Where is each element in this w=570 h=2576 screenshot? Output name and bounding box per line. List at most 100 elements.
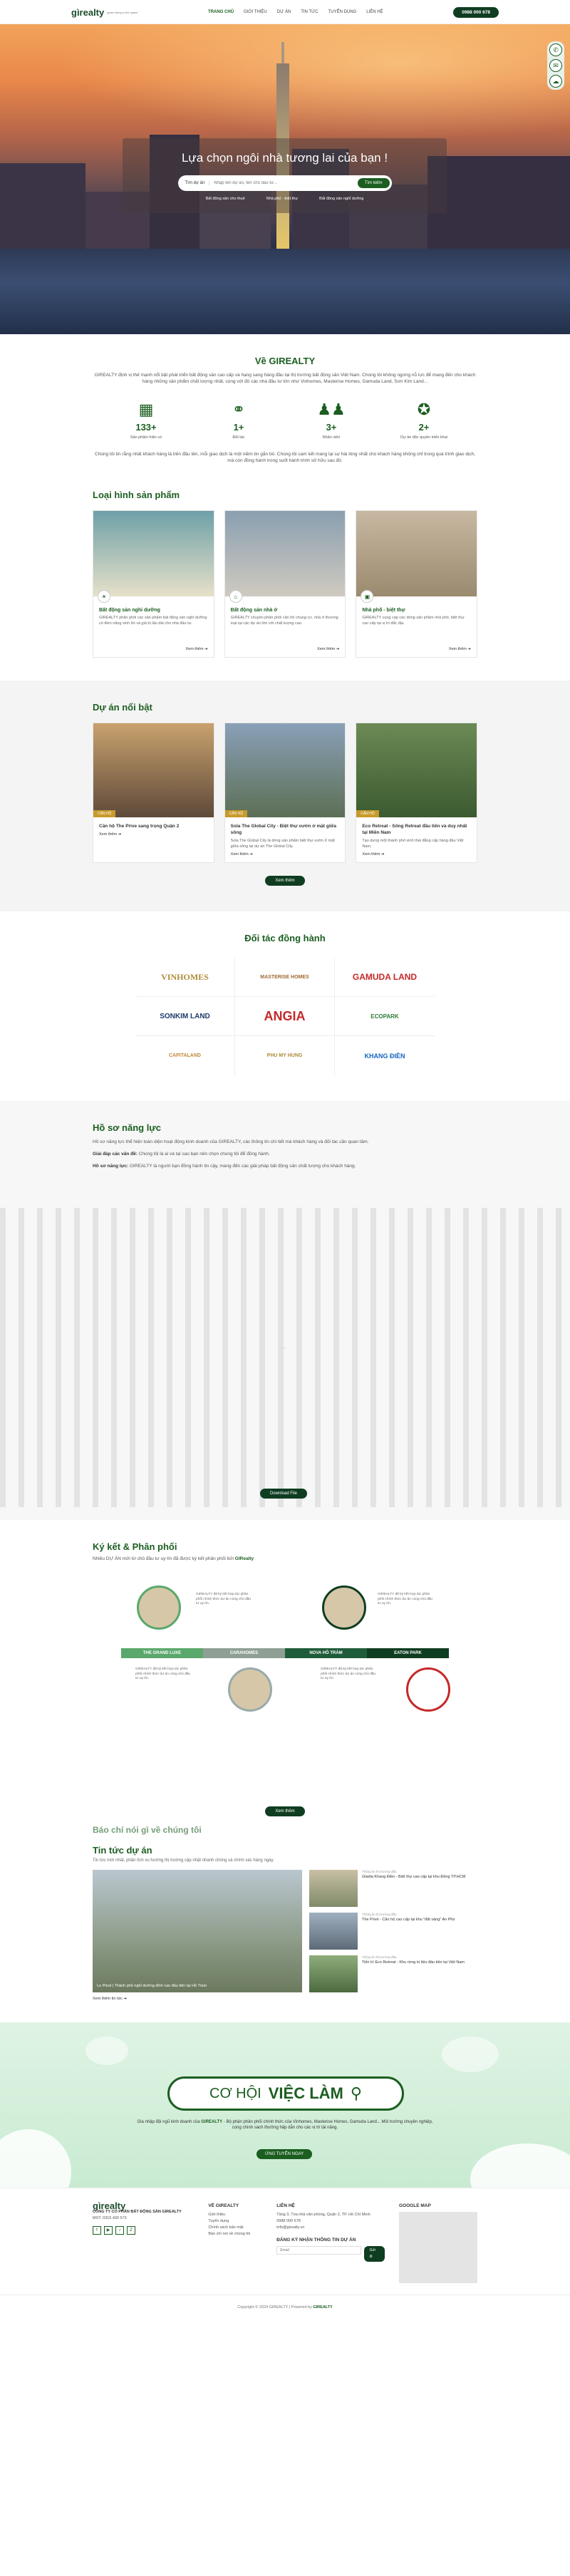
hero-search-panel: Lựa chọn ngôi nhà tương lai của bạn ! Tì… bbox=[123, 138, 447, 213]
decor-shape bbox=[442, 2037, 499, 2072]
footer-link[interactable]: Báo chí nói về chúng tôi bbox=[208, 2231, 262, 2238]
news-item[interactable]: Thông tin thị trường đầu Tiến trì Eco Re… bbox=[309, 1955, 477, 1992]
projects-view-more-button[interactable]: Xem thêm bbox=[265, 876, 305, 886]
project-more-link[interactable]: Xem thêm ➔ bbox=[362, 852, 471, 857]
partner-logo-gamuda[interactable]: GAMUDA LAND bbox=[335, 958, 435, 997]
footer-logo[interactable]: gìrealty bbox=[93, 2201, 194, 2210]
download-file-button[interactable]: Download File bbox=[260, 1489, 308, 1499]
footer-link[interactable]: Giới thiệu bbox=[208, 2212, 262, 2218]
filter-resort[interactable]: Bất động sản nghỉ dưỡng bbox=[319, 197, 363, 201]
zalo-icon[interactable]: Z bbox=[127, 2226, 135, 2235]
footer-col-title: GOOGLE MAP bbox=[399, 2203, 431, 2208]
nav-about[interactable]: GIỚI THIỆU bbox=[244, 10, 267, 14]
project-photo[interactable] bbox=[322, 1586, 366, 1630]
product-types-section: Loại hình sản phẩm ☀ Bất động sản nghỉ d… bbox=[93, 490, 478, 658]
nav-projects[interactable]: DỰ ÁN bbox=[277, 10, 291, 14]
partners-section: Đối tác đồng hành VINHOMES MASTERISE HOM… bbox=[0, 911, 570, 1101]
footer-link[interactable]: Tuyển dụng bbox=[208, 2218, 262, 2225]
facebook-icon[interactable]: f bbox=[93, 2226, 101, 2235]
timeline-segment[interactable]: THE GRAND LUXE bbox=[121, 1648, 203, 1658]
project-card[interactable]: CĂN HỘ Căn hộ The Prive sang trọng Quận … bbox=[93, 723, 214, 863]
social-links: f ▶ ♪ Z bbox=[93, 2226, 194, 2235]
logo[interactable]: gìrealty green living in the space bbox=[71, 7, 138, 18]
google-map[interactable] bbox=[399, 2212, 477, 2283]
product-card[interactable]: ⌂ Bất động sản nhà ở GIREALTY chuyên phâ… bbox=[224, 510, 346, 658]
search-type-select[interactable]: Tìm dự án bbox=[185, 181, 210, 185]
partner-logo-khangdien[interactable]: KHANG ĐIỀN bbox=[335, 1036, 435, 1075]
distribution-view-more-button[interactable]: Xem thêm bbox=[265, 1806, 305, 1816]
news-subtitle: Tin tức mới nhất, phân tích xu hướng thị… bbox=[93, 1858, 274, 1863]
press-title: Báo chí nói gì về chúng tôi bbox=[93, 1825, 202, 1835]
partner-logo-vinhomes[interactable]: VINHOMES bbox=[135, 958, 235, 997]
floating-contact-bar: ✆ ✉ ☁ bbox=[547, 41, 564, 90]
timeline-note: GIREALTY đã ký kết hợp tác phân phối chí… bbox=[378, 1593, 433, 1605]
landmark-spire bbox=[281, 42, 284, 63]
phone-icon[interactable]: ✆ bbox=[549, 43, 562, 56]
partner-logo-sonkim[interactable]: SONKIM LAND bbox=[135, 997, 235, 1036]
subscribe-email-input[interactable] bbox=[276, 2246, 361, 2255]
partner-logo-masterise[interactable]: MASTERISE HOMES bbox=[235, 958, 335, 997]
filter-rent[interactable]: Bất động sản cho thuê bbox=[206, 197, 245, 201]
project-tag: CĂN HỘ bbox=[93, 810, 116, 817]
featured-news[interactable]: Le Pinot | Thành phố nghỉ dưỡng đỉnh cao… bbox=[93, 1870, 302, 1992]
distribution-section: Ký kết & Phân phối Nhiều DỰ ÁN mới từ ch… bbox=[0, 1520, 570, 1831]
project-title: Sola The Global City - Biệt thự vườn ở m… bbox=[230, 824, 336, 835]
contact-phone[interactable]: 0988 000 678 bbox=[276, 2218, 385, 2225]
hero-river bbox=[0, 249, 570, 334]
product-more-link[interactable]: Xem thêm ➔ bbox=[362, 647, 471, 651]
footer-link[interactable]: Chính sách bảo mật bbox=[208, 2225, 262, 2231]
subscribe-button[interactable]: Gửi đi bbox=[363, 2246, 385, 2262]
product-card[interactable]: ☀ Bất động sản nghỉ dưỡng GIREALTY phân … bbox=[93, 510, 214, 658]
product-title: Bất động sản nhà ở bbox=[230, 608, 278, 613]
filter-townhouse[interactable]: Nhà phố - biệt thự bbox=[266, 197, 298, 201]
logo-tagline: green living in the space bbox=[107, 10, 138, 14]
project-photo[interactable] bbox=[406, 1667, 450, 1712]
nav-contact[interactable]: LIÊN HỆ bbox=[366, 10, 383, 14]
product-more-link[interactable]: Xem thêm ➔ bbox=[231, 647, 339, 651]
search-input[interactable] bbox=[214, 181, 353, 185]
timeline-segment[interactable]: NOVA HỒ TRÀM bbox=[285, 1648, 367, 1658]
resort-icon: ☀ bbox=[98, 590, 110, 603]
youtube-icon[interactable]: ▶ bbox=[104, 2226, 113, 2235]
apply-now-button[interactable]: ỨNG TUYỂN NGAY bbox=[256, 2149, 313, 2159]
news-more-link[interactable]: Xem thêm tin tức ➔ bbox=[93, 1997, 477, 2001]
about-text-secondary: Chúng tôi tin rằng nhất khách hàng là tr… bbox=[94, 452, 476, 463]
news-headline: Gladia Khang Điền - Biệt thự cao cấp tại… bbox=[362, 1875, 466, 1879]
careers-text-body: - Bộ phận phân phối chính thức của Vinho… bbox=[223, 2120, 433, 2130]
timeline-segment[interactable]: EATON PARK bbox=[367, 1648, 449, 1658]
copyright: Copyright © 2024 GIREALTY | Powered by G… bbox=[0, 2295, 570, 2319]
project-more-link[interactable]: Xem thêm ➔ bbox=[99, 832, 208, 837]
news-item[interactable]: Thông tin thị trường đầu Gladia Khang Đi… bbox=[309, 1870, 477, 1907]
project-more-link[interactable]: Xem thêm ➔ bbox=[231, 852, 340, 857]
nav-home[interactable]: TRANG CHỦ bbox=[208, 10, 234, 14]
partner-logo-phumyhung[interactable]: PHU MY HUNG bbox=[235, 1036, 335, 1075]
nav-news[interactable]: TIN TỨC bbox=[301, 10, 318, 14]
project-photo[interactable] bbox=[228, 1667, 272, 1712]
contact-email[interactable]: info@girealty.vn bbox=[276, 2225, 385, 2231]
news-item[interactable]: Thông tin thị trường đầu The Privé - Căn… bbox=[309, 1913, 477, 1950]
stat-label: Nhân viên bbox=[322, 435, 341, 440]
tiktok-icon[interactable]: ♪ bbox=[115, 2226, 124, 2235]
stat-staff: ♟♟ 3+ Nhân viên bbox=[306, 400, 356, 440]
nav-careers[interactable]: TUYỂN DỤNG bbox=[328, 10, 357, 14]
hotline-button[interactable]: 0988 000 678 bbox=[453, 6, 499, 18]
product-card[interactable]: ▣ Nhà phố - biệt thự GIREALTY cung cấp c… bbox=[356, 510, 478, 658]
news-section: Báo chí nói gì về chúng tôi Tin tức dự á… bbox=[0, 1825, 570, 2022]
partner-logo-ecopark[interactable]: ECOPARK bbox=[335, 997, 435, 1036]
project-card[interactable]: CĂN HỘ Eco Retreat - Sống Retreat đầu ti… bbox=[356, 723, 478, 863]
product-desc: GIREALTY phân phối các sản phẩm bất động… bbox=[99, 616, 207, 626]
project-card[interactable]: CĂN HỘ Sola The Global City - Biệt thự v… bbox=[224, 723, 346, 863]
timeline-segment[interactable]: CARAHOMES bbox=[203, 1648, 285, 1658]
product-more-link[interactable]: Xem thêm ➔ bbox=[99, 647, 207, 651]
project-photo[interactable] bbox=[137, 1586, 181, 1630]
partner-logo-angia[interactable]: ANGIA bbox=[235, 997, 335, 1036]
decor-shape bbox=[86, 2037, 128, 2065]
partner-logo-capitaland[interactable]: CAPITALAND bbox=[135, 1036, 235, 1075]
stat-number: 2+ bbox=[418, 422, 430, 433]
search-bar: Tìm dự án Tìm kiếm bbox=[177, 175, 392, 191]
profile-title: Hồ sơ năng lực bbox=[93, 1122, 161, 1133]
partner-grid: VINHOMES MASTERISE HOMES GAMUDA LAND SON… bbox=[135, 958, 435, 1075]
search-button[interactable]: Tìm kiếm bbox=[357, 178, 390, 188]
messenger-icon[interactable]: ☁ bbox=[549, 75, 562, 88]
chat-icon[interactable]: ✉ bbox=[549, 59, 562, 72]
